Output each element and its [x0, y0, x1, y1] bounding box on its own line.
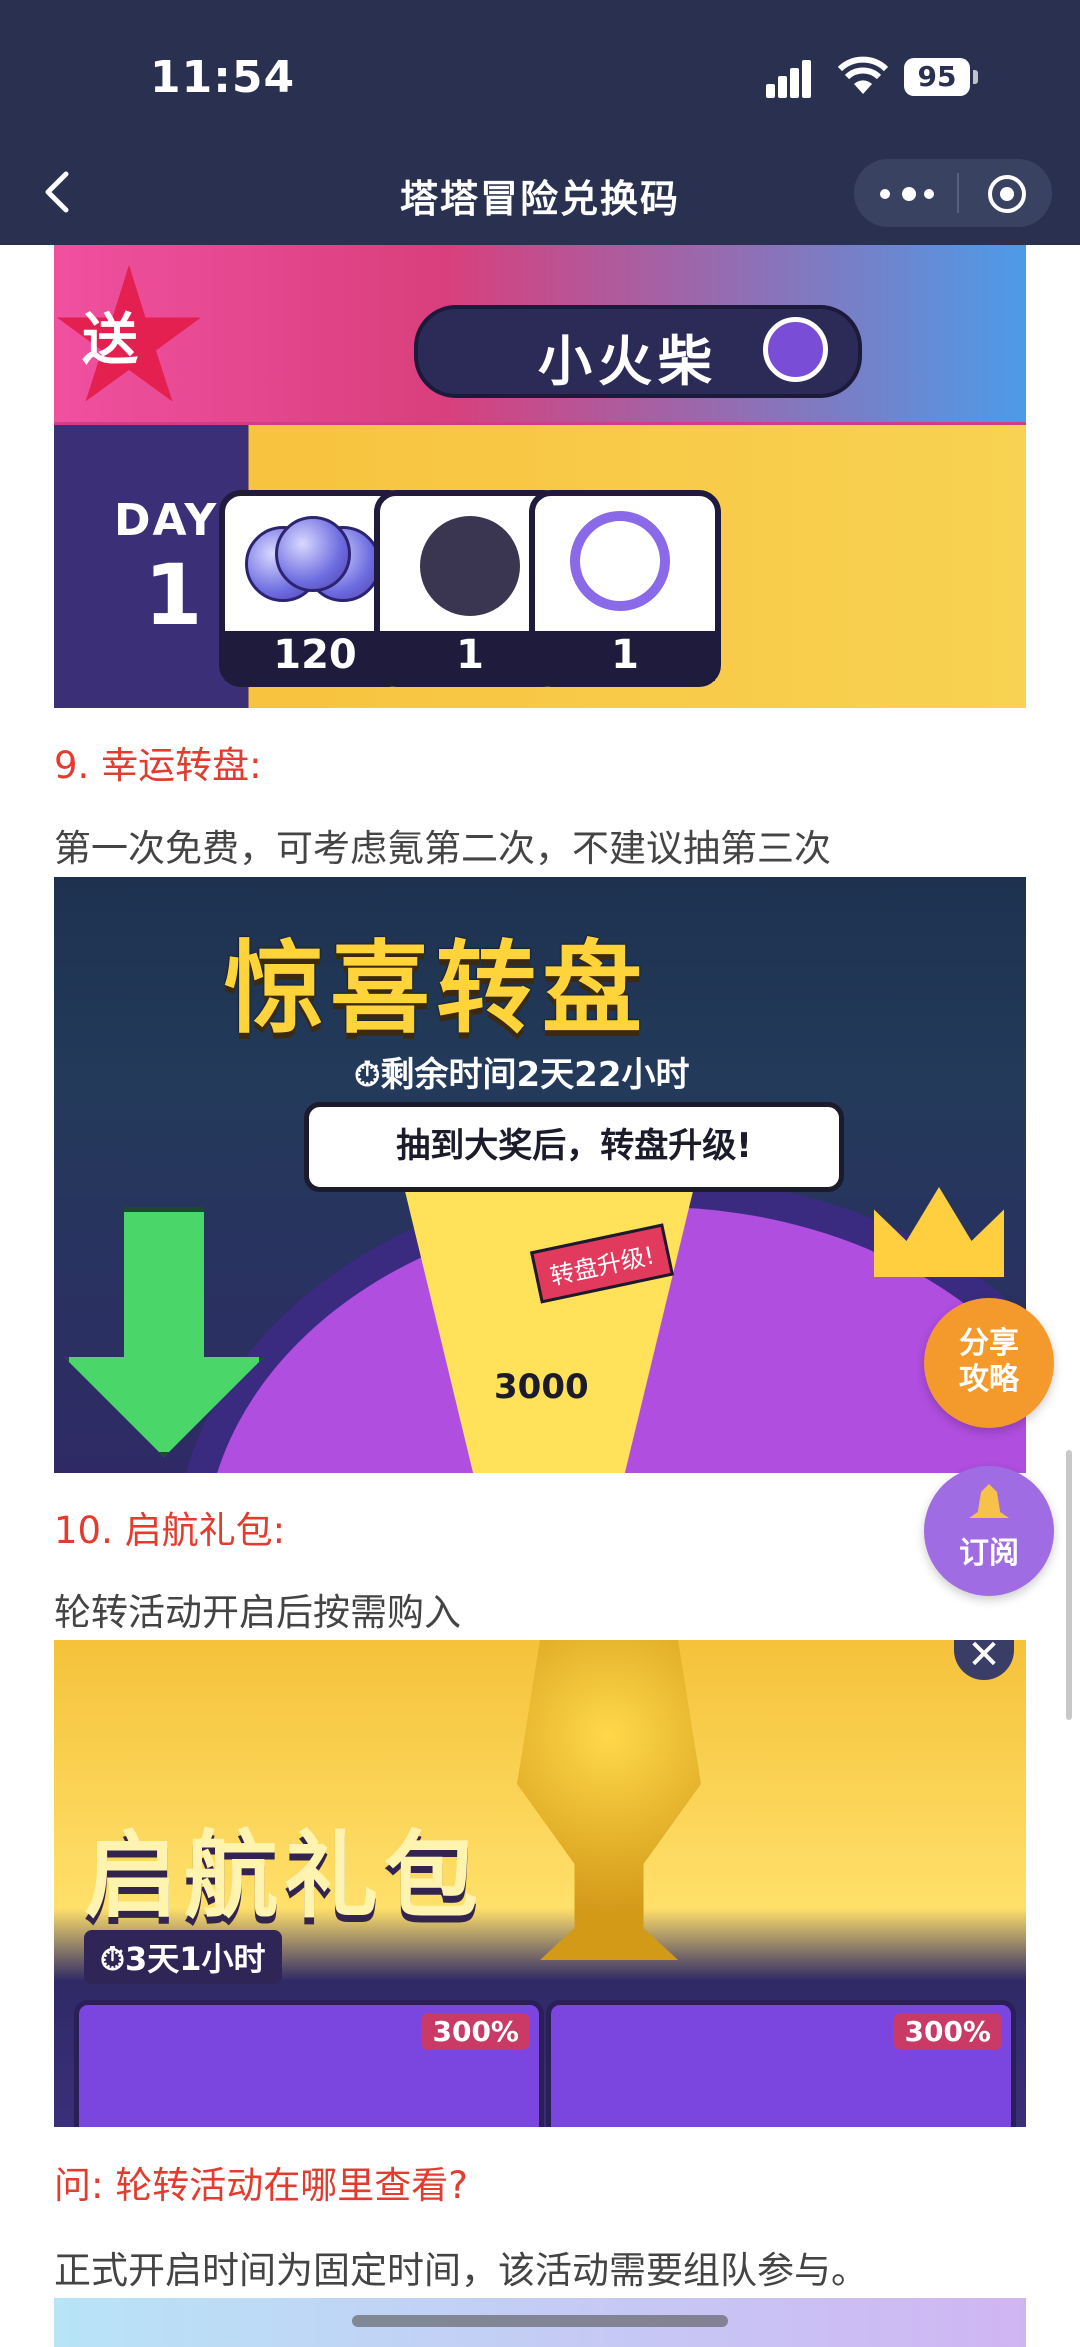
mini-program-capsule — [854, 159, 1052, 227]
pack-panel-right: 300% — [546, 2000, 1016, 2127]
gem-orbs-icon — [245, 516, 385, 606]
crown-icon — [874, 1187, 1004, 1277]
status-time: 11:54 — [150, 52, 296, 103]
close-icon: ✕ — [954, 1640, 1014, 1680]
bell-icon — [969, 1484, 1009, 1518]
reward-frame: 1 — [529, 490, 721, 687]
subscribe-button[interactable]: 订阅 — [924, 1466, 1054, 1596]
top-bar: 11:54 95 塔塔冒险兑换码 — [0, 0, 1080, 245]
launch-pack-image: ✕ 启航礼包 ⏱3天1小时 300% 300% — [54, 1640, 1026, 2127]
share-guide-button[interactable]: 分享 攻略 — [924, 1298, 1054, 1428]
wheel-headline: 惊喜转盘 — [224, 930, 648, 1047]
pet-dog-icon — [420, 516, 520, 616]
section-heading-9: 9. 幸运转盘: — [54, 744, 262, 787]
wheel-bubble: 抽到大奖后，转盘升级! — [304, 1102, 844, 1192]
battery-icon: 95 — [904, 58, 970, 96]
wifi-icon — [838, 56, 888, 94]
scrollbar[interactable] — [1066, 1450, 1072, 1720]
magnifier-icon — [763, 317, 828, 382]
close-miniprogram-icon[interactable] — [988, 175, 1026, 213]
section-text-9: 第一次免费，可考虑氪第二次，不建议抽第三次 — [54, 827, 831, 870]
more-options-icon[interactable] — [880, 187, 950, 201]
day-label: DAY 1 — [114, 495, 219, 644]
pack-headline: 启航礼包 — [84, 1822, 485, 1931]
login-reward-image: 送 小火柴 DAY 1 120 1 1 — [54, 245, 1026, 708]
home-indicator — [352, 2315, 728, 2327]
question-text: 正式开启时间为固定时间，该活动需要组队参与。 — [54, 2249, 868, 2292]
capsule-divider — [957, 173, 959, 213]
question-heading: 问: 轮转活动在哪里查看? — [54, 2164, 468, 2207]
wheel-value: 3000 — [494, 1367, 589, 1407]
section-text-10: 轮转活动开启后按需购入 — [54, 1591, 461, 1634]
search-pill-text: 小火柴 — [538, 330, 718, 393]
section-heading-10: 10. 启航礼包: — [54, 1509, 286, 1552]
lucky-wheel-image: 惊喜转盘 ⏱剩余时间2天22小时 抽到大奖后，转盘升级! 转盘升级! 3000 — [54, 877, 1026, 1473]
avatar-frame-icon — [570, 511, 670, 611]
badge-text: 送 — [82, 308, 138, 373]
search-pill: 小火柴 — [414, 305, 862, 398]
wheel-timer: ⏱剩余时间2天22小时 — [354, 1055, 690, 1095]
battery-tip — [973, 70, 978, 84]
trophy-icon — [517, 1640, 701, 1960]
pack-timer: ⏱3天1小时 — [84, 1930, 282, 1984]
pack-panel-left: 300% — [74, 2000, 544, 2127]
cellular-signal-icon — [766, 58, 822, 98]
